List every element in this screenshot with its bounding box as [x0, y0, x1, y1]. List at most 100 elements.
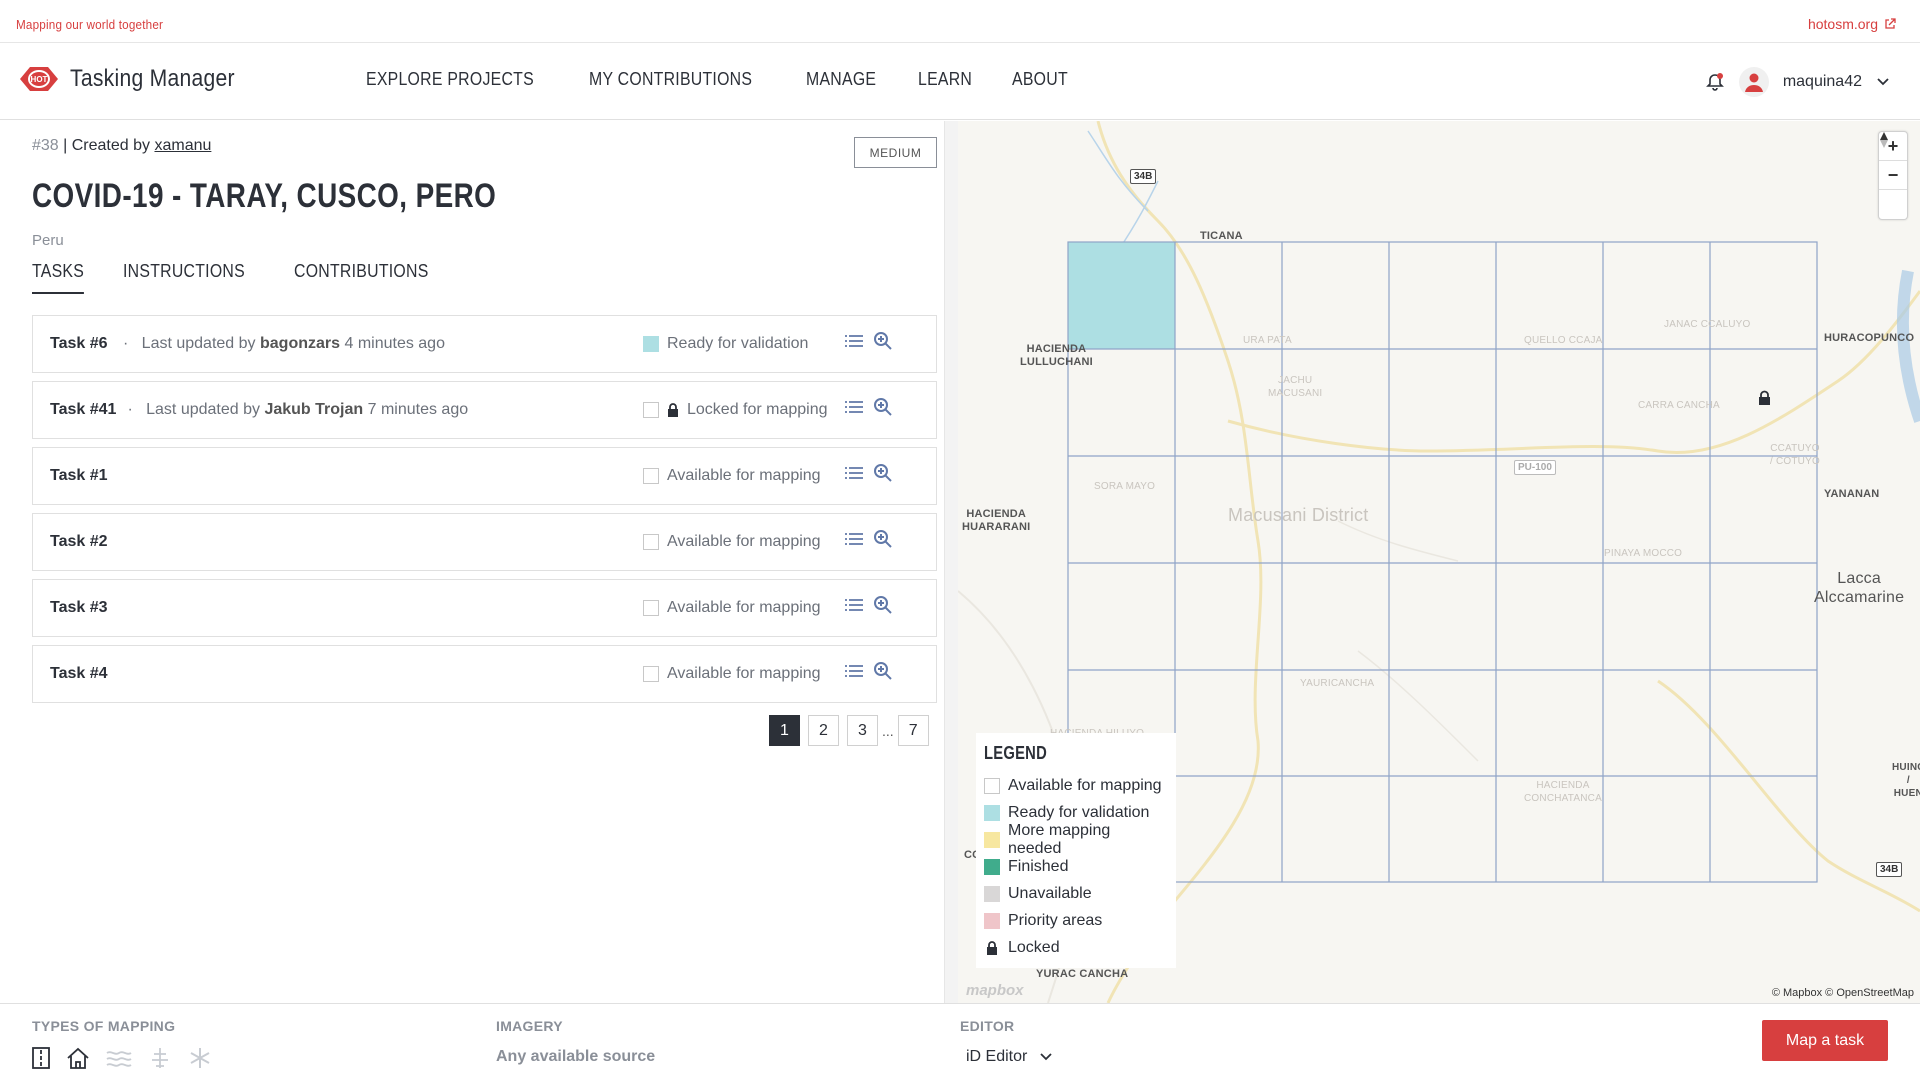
legend-title: LEGEND	[984, 743, 1047, 763]
tab-contributions[interactable]: CONTRIBUTIONS	[294, 261, 429, 294]
page-2-button[interactable]: 2	[808, 715, 839, 746]
task-actions	[845, 661, 892, 680]
map-label: YANANAN	[1824, 488, 1880, 500]
status-swatch	[643, 336, 659, 352]
tab-instructions[interactable]: INSTRUCTIONS	[123, 261, 245, 294]
nav-manage[interactable]: MANAGE	[806, 69, 876, 90]
status-label: Ready for validation	[667, 335, 809, 352]
task-status: Ready for validation	[643, 335, 808, 353]
hotosm-link-label[interactable]: hotosm.org	[1808, 16, 1878, 32]
status-swatch	[643, 534, 659, 550]
project-title: COVID-19 - TARAY, CUSCO, PERO	[32, 177, 497, 215]
zoom-in-icon[interactable]	[873, 397, 892, 416]
editor-label: EDITOR	[960, 1018, 1015, 1034]
external-link-icon	[1885, 18, 1896, 29]
task-row[interactable]: Task #2 Available for mapping	[32, 513, 937, 571]
task-status: Available for mapping	[643, 467, 821, 485]
task-name: Task #4	[50, 665, 108, 682]
editor-value[interactable]: iD Editor	[966, 1048, 1027, 1066]
created-by-label: | Created by	[58, 137, 155, 154]
mapping-types-section: TYPES OF MAPPING	[32, 1018, 212, 1070]
list-icon[interactable]	[845, 465, 863, 481]
map-label: SORA MAYO	[1094, 481, 1156, 492]
page-3-button[interactable]: 3	[847, 715, 878, 746]
list-icon[interactable]	[845, 597, 863, 613]
updated-prefix: Last updated by	[146, 401, 260, 418]
legend-label: Ready for validation	[1008, 803, 1150, 821]
separator-dot: ·	[123, 335, 129, 352]
zoom-in-icon[interactable]	[873, 529, 892, 548]
list-icon[interactable]	[845, 399, 863, 415]
project-id: #38	[32, 137, 59, 154]
hot-logo-icon: HOT	[20, 67, 58, 91]
avatar[interactable]	[1738, 67, 1769, 97]
zoom-in-icon[interactable]	[873, 463, 892, 482]
chevron-down-icon[interactable]	[1039, 1050, 1053, 1064]
page-1-button[interactable]: 1	[769, 715, 800, 746]
map-label: YURAC CANCHA	[1036, 968, 1129, 980]
pane-divider[interactable]	[944, 121, 958, 1003]
editor-select[interactable]: iD Editor	[960, 1048, 1053, 1066]
username[interactable]: maquina42	[1783, 73, 1862, 91]
mapbox-logo[interactable]: mapbox	[966, 982, 1024, 999]
nav-about[interactable]: ABOUT	[1012, 69, 1068, 90]
nav-my-contributions[interactable]: MY CONTRIBUTIONS	[589, 69, 752, 90]
legend-item: Unavailable	[984, 880, 1168, 907]
logo[interactable]: HOT Tasking Manager	[16, 63, 257, 95]
status-swatch	[643, 468, 659, 484]
task-row[interactable]: Task #41 · Last updated by Jakub Trojan …	[32, 381, 937, 439]
task-status: Available for mapping	[643, 665, 821, 683]
zoom-in-icon[interactable]	[873, 331, 892, 350]
list-icon[interactable]	[845, 531, 863, 547]
hotosm-link[interactable]: hotosm.org	[1808, 16, 1896, 32]
map-label: HACIENDA LULLUCHANI	[1020, 343, 1093, 368]
legend-label: Finished	[1008, 857, 1069, 875]
task-name: Task #3	[50, 599, 108, 616]
road-shield: 34B	[1876, 862, 1903, 877]
status-label: Locked for mapping	[687, 401, 828, 418]
nav-explore-projects[interactable]: EXPLORE PROJECTS	[366, 69, 534, 90]
map-label: TICANA	[1200, 230, 1243, 242]
task-row[interactable]: Task #3 Available for mapping	[32, 579, 937, 637]
main-nav: EXPLORE PROJECTS MY CONTRIBUTIONS MANAGE…	[366, 69, 1075, 90]
creator-link[interactable]: xamanu	[154, 137, 211, 154]
task-name: Task #6	[50, 335, 108, 352]
map-label: HUINC / HUEN	[1892, 762, 1920, 799]
task-user[interactable]: Jakub Trojan	[264, 401, 363, 418]
chevron-down-icon[interactable]	[1876, 75, 1890, 89]
map-legend: LEGEND Available for mapping Ready for v…	[976, 733, 1176, 968]
status-label: Available for mapping	[667, 665, 821, 682]
task-status: Locked for mapping	[643, 401, 828, 419]
status-swatch	[643, 600, 659, 616]
project-country: Peru	[32, 232, 64, 249]
imagery-section: IMAGERY Any available source	[496, 1018, 655, 1066]
bell-icon[interactable]	[1705, 72, 1725, 92]
task-user[interactable]: bagonzars	[260, 335, 340, 352]
project-footer: TYPES OF MAPPING IMAGERY Any available s…	[0, 1003, 1920, 1080]
task-name: Task #1	[50, 467, 108, 484]
status-swatch	[643, 666, 659, 682]
task-row[interactable]: Task #1 Available for mapping	[32, 447, 937, 505]
map-label: PINAYA MOCCO	[1604, 548, 1683, 559]
task-row[interactable]: Task #6 · Last updated by bagonzars 4 mi…	[32, 315, 937, 373]
map-a-task-button[interactable]: Map a task	[1762, 1020, 1888, 1061]
zoom-in-icon[interactable]	[873, 661, 892, 680]
task-row[interactable]: Task #4 Available for mapping	[32, 645, 937, 703]
map-label: CARRA CANCHA	[1638, 400, 1720, 411]
map-label: URA PATA	[1243, 335, 1292, 346]
legend-label: Unavailable	[1008, 884, 1092, 902]
landuse-icon	[152, 1048, 168, 1068]
roads-icon	[32, 1047, 50, 1069]
list-icon[interactable]	[845, 663, 863, 679]
tab-tasks[interactable]: TASKS	[32, 261, 85, 294]
nav-learn[interactable]: LEARN	[918, 69, 972, 90]
zoom-in-icon[interactable]	[873, 595, 892, 614]
list-icon[interactable]	[845, 333, 863, 349]
map-attribution[interactable]: © Mapbox © OpenStreetMap	[1772, 987, 1914, 999]
page-last-button[interactable]: 7	[897, 715, 929, 746]
zoom-out-button[interactable]: −	[1879, 161, 1907, 190]
legend-swatch	[984, 804, 1000, 821]
compass-button[interactable]	[1879, 132, 1907, 219]
task-name: Task #2	[50, 533, 108, 550]
locked-task-marker	[1759, 390, 1770, 405]
